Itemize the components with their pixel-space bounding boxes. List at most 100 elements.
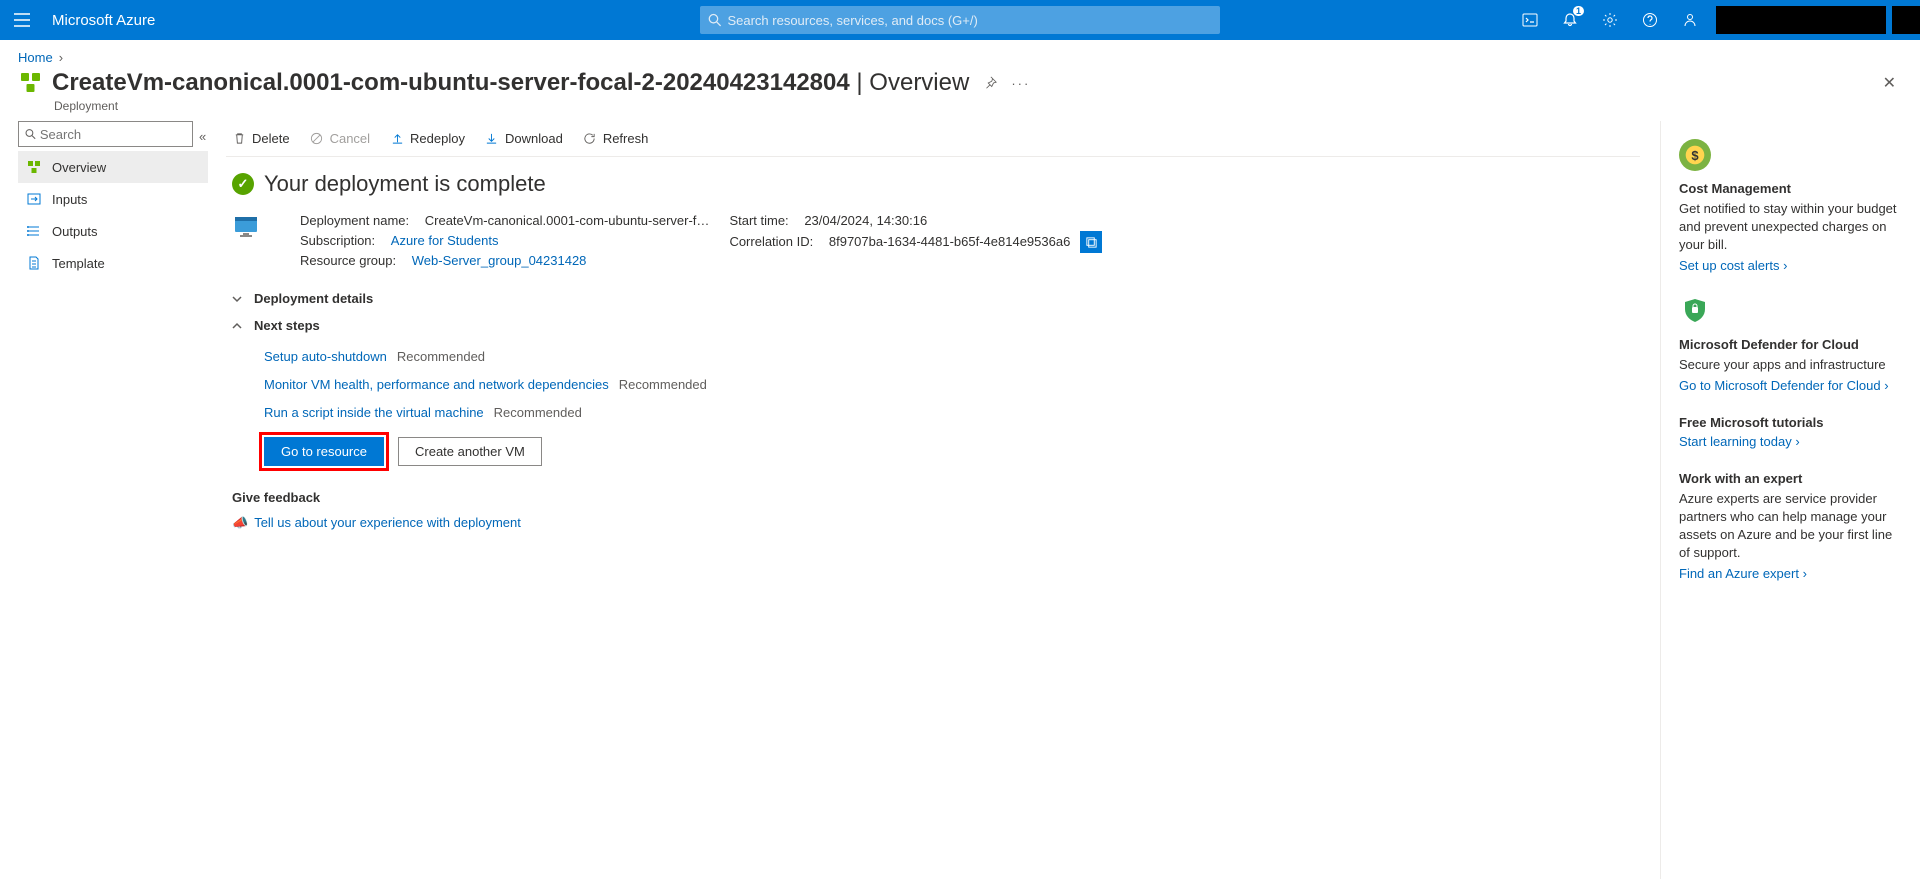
action-buttons: Go to resource Create another VM [264, 437, 1640, 466]
correlation-id-value: 8f9707ba-1634-4481-b65f-4e814e9536a6 [829, 232, 1070, 252]
status-heading: Your deployment is complete [264, 171, 546, 197]
nav-item-inputs[interactable]: Inputs [18, 183, 208, 215]
topbar-icons: 1 [1510, 0, 1920, 40]
next-steps-list: Setup auto-shutdown Recommended Monitor V… [264, 343, 1640, 427]
recommendations-panel: $ Cost Management Get notified to stay w… [1660, 121, 1910, 879]
page-title-row: CreateVm-canonical.0001-com-ubuntu-serve… [0, 65, 1920, 99]
expert-link[interactable]: Find an Azure expert [1679, 566, 1807, 581]
delete-button[interactable]: Delete [232, 131, 290, 146]
breadcrumb: Home › [0, 40, 1920, 65]
main-content: Delete Cancel Redeploy Download Refresh [226, 121, 1660, 879]
create-another-vm-button[interactable]: Create another VM [398, 437, 542, 466]
outputs-icon [26, 224, 42, 238]
subscription-link[interactable]: Azure for Students [391, 231, 499, 251]
chevron-right-icon: › [59, 50, 63, 65]
rp-cost-management: $ Cost Management Get notified to stay w… [1679, 139, 1902, 273]
trash-icon [232, 132, 246, 146]
cloud-shell-icon[interactable] [1510, 0, 1550, 40]
brand-label[interactable]: Microsoft Azure [52, 12, 155, 29]
overview-icon [26, 160, 42, 174]
resource-group-link[interactable]: Web-Server_group_04231428 [412, 251, 587, 271]
notification-badge: 1 [1573, 6, 1584, 16]
nav-item-outputs[interactable]: Outputs [18, 215, 208, 247]
main-columns: « Overview Inputs Outputs Template Delet… [0, 121, 1920, 879]
refresh-icon [583, 132, 597, 146]
cost-alerts-link[interactable]: Set up cost alerts [1679, 258, 1787, 273]
recommended-tag: Recommended [397, 349, 485, 364]
monitor-icon [232, 213, 260, 241]
defender-link[interactable]: Go to Microsoft Defender for Cloud [1679, 378, 1889, 393]
pin-icon[interactable] [983, 76, 997, 90]
left-nav-search[interactable] [18, 121, 193, 147]
download-icon [485, 132, 499, 146]
deployment-summary: Deployment name: CreateVm-canonical.0001… [232, 211, 1640, 271]
nav-item-label: Overview [52, 160, 106, 175]
nav-item-template[interactable]: Template [18, 247, 208, 279]
template-icon [26, 256, 42, 270]
nav-item-label: Template [52, 256, 105, 271]
feedback-row: 📣Tell us about your experience with depl… [232, 515, 1640, 531]
rp-expert: Work with an expert Azure experts are se… [1679, 471, 1902, 581]
left-nav-search-input[interactable] [40, 127, 186, 142]
recommended-tag: Recommended [619, 377, 707, 392]
nav-item-overview[interactable]: Overview [18, 151, 208, 183]
chevron-up-icon [232, 321, 244, 331]
command-bar: Delete Cancel Redeploy Download Refresh [226, 121, 1640, 157]
success-check-icon: ✓ [232, 173, 254, 195]
rp-tutorials: Free Microsoft tutorials Start learning … [1679, 415, 1902, 449]
upload-icon [390, 132, 404, 146]
recommended-tag: Recommended [494, 405, 582, 420]
search-icon [25, 128, 36, 140]
help-icon[interactable] [1630, 0, 1670, 40]
refresh-button[interactable]: Refresh [583, 131, 649, 146]
cancel-button: Cancel [310, 131, 370, 146]
download-button[interactable]: Download [485, 131, 563, 146]
close-blade-button[interactable]: ✕ [1883, 73, 1902, 93]
rp-defender: Microsoft Defender for Cloud Secure your… [1679, 295, 1902, 393]
settings-icon[interactable] [1590, 0, 1630, 40]
resource-type-label: Deployment [0, 99, 1920, 121]
inputs-icon [26, 192, 42, 206]
global-search-input[interactable] [727, 13, 1212, 28]
deployment-name-label: Deployment name: [300, 211, 409, 231]
next-step-item: Setup auto-shutdown Recommended [264, 343, 1640, 371]
next-step-link[interactable]: Setup auto-shutdown [264, 349, 387, 364]
start-time-value: 23/04/2024, 14:30:16 [804, 211, 927, 231]
account-region[interactable] [1716, 6, 1886, 34]
notifications-icon[interactable]: 1 [1550, 0, 1590, 40]
shield-icon [1679, 295, 1711, 327]
topbar: Microsoft Azure 1 [0, 0, 1920, 40]
go-to-resource-button[interactable]: Go to resource [264, 437, 384, 466]
page-title: CreateVm-canonical.0001-com-ubuntu-serve… [52, 69, 850, 97]
copy-correlation-id-button[interactable] [1080, 231, 1102, 253]
collapse-nav-icon[interactable]: « [199, 129, 206, 144]
redeploy-button[interactable]: Redeploy [390, 131, 465, 146]
breadcrumb-home[interactable]: Home [18, 50, 53, 65]
next-step-link[interactable]: Run a script inside the virtual machine [264, 405, 484, 420]
tutorials-link[interactable]: Start learning today [1679, 434, 1800, 449]
nav-item-label: Outputs [52, 224, 98, 239]
correlation-id-label: Correlation ID: [729, 232, 813, 252]
cost-icon: $ [1679, 139, 1711, 171]
global-search[interactable] [700, 6, 1220, 34]
chevron-down-icon [232, 294, 244, 304]
search-icon [708, 13, 721, 27]
hamburger-menu[interactable] [0, 0, 44, 40]
deployment-icon [18, 70, 44, 96]
feedback-icon[interactable] [1670, 0, 1710, 40]
copy-icon [1085, 236, 1098, 249]
deployment-details-section[interactable]: Deployment details [226, 285, 1640, 312]
start-time-label: Start time: [729, 211, 788, 231]
feedback-link[interactable]: Tell us about your experience with deplo… [254, 515, 521, 530]
next-steps-section[interactable]: Next steps [226, 312, 1640, 339]
nav-item-label: Inputs [52, 192, 87, 207]
cancel-icon [310, 132, 324, 146]
left-nav: « Overview Inputs Outputs Template [0, 121, 216, 879]
account-avatar[interactable] [1892, 6, 1920, 34]
subscription-label: Subscription: [300, 231, 375, 251]
next-step-item: Run a script inside the virtual machine R… [264, 399, 1640, 427]
more-icon[interactable]: ··· [1011, 76, 1030, 91]
status-row: ✓ Your deployment is complete [226, 171, 1640, 197]
next-step-item: Monitor VM health, performance and netwo… [264, 371, 1640, 399]
next-step-link[interactable]: Monitor VM health, performance and netwo… [264, 377, 609, 392]
